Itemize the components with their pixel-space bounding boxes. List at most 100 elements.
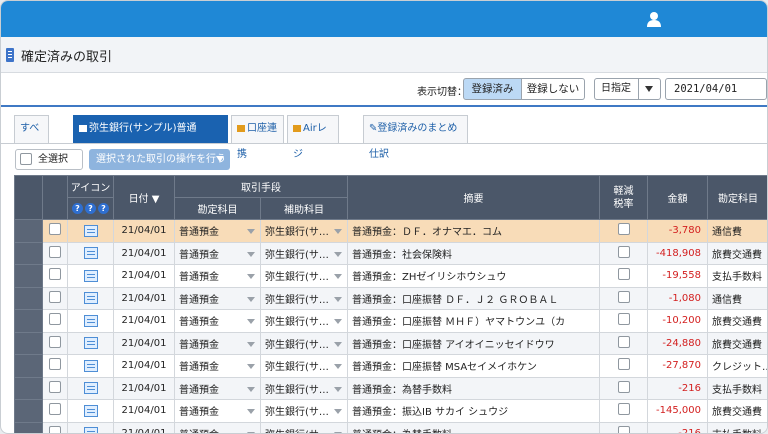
reduced-rate-cell[interactable] [599,354,648,378]
row-icon-cell[interactable] [67,264,114,288]
category-cell[interactable]: クレジット… [707,354,767,378]
registered-toggle[interactable]: 登録済み [463,78,522,100]
document-icon[interactable] [83,292,98,305]
row-checkbox-cell[interactable] [42,354,68,378]
category-cell[interactable]: 旅費交通費 [707,399,767,423]
row-icon-cell[interactable] [67,376,114,400]
reduced-rate-cell[interactable] [599,331,648,355]
reduced-rate-cell[interactable] [599,286,648,310]
row-icon-cell[interactable] [67,331,114,355]
category-cell[interactable]: 支払手数料 [707,421,767,433]
reduced-rate-checkbox[interactable] [617,380,630,393]
account-select[interactable]: 普通預金 [174,421,261,433]
select-all-button[interactable]: 全選択 [15,149,83,170]
row-checkbox-cell[interactable] [42,376,68,400]
tab-bank-account[interactable]: 弥生銀行(サンプル)普通****130 [73,115,228,160]
reduced-rate-cell[interactable] [599,399,648,423]
tab-account-link[interactable]: 口座連携 [231,115,284,160]
row-checkbox-cell[interactable] [42,421,68,433]
help-icon[interactable]: ? [98,203,109,214]
sub-account-select[interactable]: 弥生銀行(サ… [260,264,348,288]
reduced-rate-checkbox[interactable] [617,245,630,258]
row-checkbox[interactable] [49,335,61,348]
help-icon[interactable]: ? [72,203,83,214]
table-row[interactable]: 21/04/01 普通預金 弥生銀行(サ… 普通預金：為替手数料 -216支払手数料 [14,376,767,400]
row-checkbox[interactable] [49,358,61,371]
document-icon[interactable] [83,359,98,372]
summary-cell[interactable]: 普通預金：為替手数料 [347,376,600,400]
row-checkbox-cell[interactable] [42,264,68,288]
reduced-rate-checkbox[interactable] [617,290,630,303]
select-all-checkbox[interactable] [20,153,32,165]
reduced-rate-checkbox[interactable] [617,313,630,326]
date-mode-select[interactable]: 日指定 [594,78,661,100]
tab-all[interactable]: すべて [14,115,49,160]
table-row[interactable]: 21/04/01 普通預金 弥生銀行(サ… 普通預金：口座振替 ＤＦ．Ｊ２ ＧＲＯＢＡ… [14,286,767,310]
account-select[interactable]: 普通預金 [174,219,261,243]
row-checkbox-cell[interactable] [42,241,68,265]
reduced-rate-checkbox[interactable] [617,425,630,433]
reduced-rate-cell[interactable] [599,309,648,333]
sub-account-select[interactable]: 弥生銀行(サ… [260,399,348,423]
summary-cell[interactable]: 普通預金：口座振替 アイオイニッセイドウワ [347,331,600,355]
category-cell[interactable]: 通信費 [707,219,767,243]
table-row[interactable]: 21/04/01 普通預金 弥生銀行(サ… 普通預金：口座振替 アイオイニッセイドウワ… [14,331,767,355]
reduced-rate-checkbox[interactable] [617,335,630,348]
row-checkbox-cell[interactable] [42,286,68,310]
sub-account-select[interactable]: 弥生銀行(サ… [260,421,348,433]
category-cell[interactable]: 旅費交通費 [707,331,767,355]
row-icon-cell[interactable] [67,421,114,433]
row-checkbox[interactable] [49,403,61,416]
summary-cell[interactable]: 普通預金：ZHゼイリシホウシュウ [347,264,600,288]
sub-account-select[interactable]: 弥生銀行(サ… [260,309,348,333]
reduced-rate-checkbox[interactable] [617,268,630,281]
reduced-rate-cell[interactable] [599,421,648,433]
account-select[interactable]: 普通預金 [174,286,261,310]
row-icon-cell[interactable] [67,241,114,265]
row-checkbox-cell[interactable] [42,309,68,333]
summary-cell[interactable]: 普通預金：口座振替 ＭＨＦ）ヤマトウンユ（カ [347,309,600,333]
account-select[interactable]: 普通預金 [174,241,261,265]
row-icon-cell[interactable] [67,219,114,243]
reduced-rate-cell[interactable] [599,376,648,400]
reduced-rate-checkbox[interactable] [617,403,630,416]
document-icon[interactable] [83,247,98,260]
summary-cell[interactable]: 普通預金：口座振替 ＤＦ．Ｊ２ ＧＲＯＢＡＬ [347,286,600,310]
document-icon[interactable] [83,404,98,417]
row-checkbox[interactable] [49,313,61,326]
reduced-rate-checkbox[interactable] [617,358,630,371]
table-row[interactable]: 21/04/01 普通預金 弥生銀行(サ… 普通預金：為替手数料 -216支払手数料 [14,421,767,433]
reduced-rate-cell[interactable] [599,219,648,243]
help-icon[interactable]: ? [85,203,96,214]
document-icon[interactable] [83,427,98,433]
reduced-rate-checkbox[interactable] [617,223,630,236]
category-cell[interactable]: 支払手数料 [707,264,767,288]
row-icon-cell[interactable] [67,354,114,378]
date-header[interactable]: 日付 ▼ [113,175,175,220]
account-select[interactable]: 普通預金 [174,264,261,288]
row-checkbox-cell[interactable] [42,399,68,423]
category-cell[interactable]: 旅費交通費 [707,309,767,333]
account-select[interactable]: 普通預金 [174,399,261,423]
summary-cell[interactable]: 普通預金：口座振替 MSAセイメイホケン [347,354,600,378]
sub-account-select[interactable]: 弥生銀行(サ… [260,354,348,378]
bulk-actions-button[interactable]: 選択された取引の操作を行う [89,149,230,170]
reduced-rate-cell[interactable] [599,264,648,288]
user-icon[interactable] [645,10,663,28]
category-cell[interactable]: 通信費 [707,286,767,310]
row-checkbox-cell[interactable] [42,219,68,243]
table-row[interactable]: 21/04/01 普通預金 弥生銀行(サ… 普通預金：口座振替 MSAセイメイホケン -… [14,354,767,378]
row-icon-cell[interactable] [67,309,114,333]
row-checkbox-cell[interactable] [42,331,68,355]
account-select[interactable]: 普通預金 [174,354,261,378]
category-cell[interactable]: 旅費交通費 [707,241,767,265]
table-row[interactable]: 21/04/01 普通預金 弥生銀行(サ… 普通預金：社会保険料 -418,908 旅費交… [14,241,767,265]
row-icon-cell[interactable] [67,286,114,310]
sub-account-select[interactable]: 弥生銀行(サ… [260,286,348,310]
row-checkbox[interactable] [49,245,61,258]
tab-airregi[interactable]: Airレジ [287,115,339,160]
row-checkbox[interactable] [49,223,61,236]
category-cell[interactable]: 支払手数料 [707,376,767,400]
table-row[interactable]: 21/04/01 普通預金 弥生銀行(サ… 普通預金：ＤＦ．オナマエ．コム -3,780… [14,219,767,243]
summary-cell[interactable]: 普通預金：社会保険料 [347,241,600,265]
